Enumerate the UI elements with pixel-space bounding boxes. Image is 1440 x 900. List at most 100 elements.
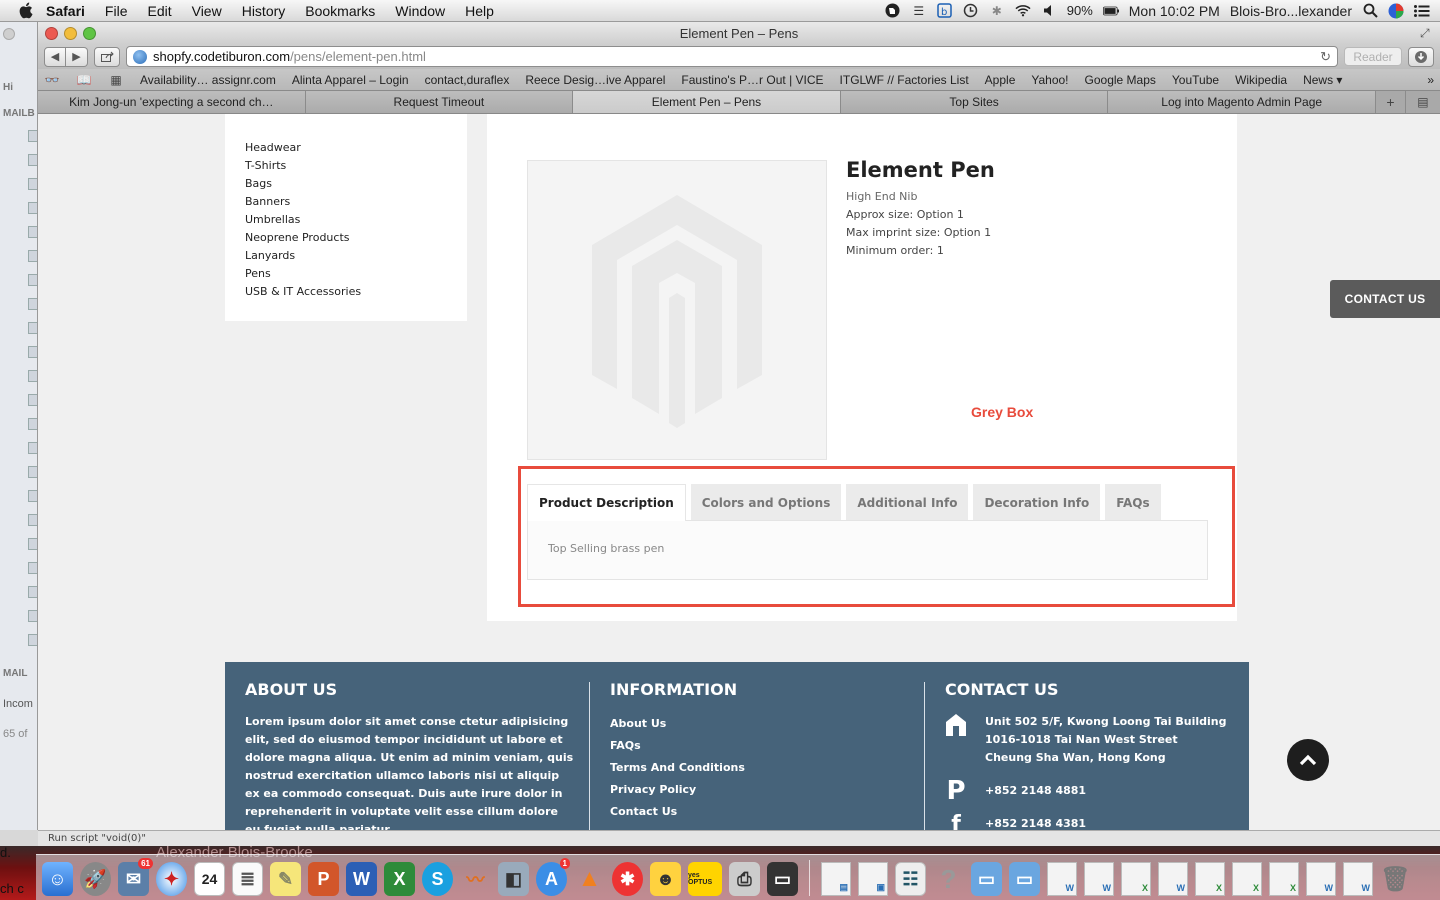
bookmark-item[interactable]: contact,duraflex: [425, 73, 510, 87]
bookmark-item[interactable]: YouTube: [1172, 73, 1219, 87]
dropbox-like-icon[interactable]: ☰: [911, 3, 927, 19]
mail-row[interactable]: [28, 442, 37, 454]
printer-icon[interactable]: ⎙: [729, 862, 760, 896]
reminders-icon[interactable]: ≣: [232, 862, 263, 896]
mail-window-close-icon[interactable]: [3, 28, 15, 40]
notification-center-icon[interactable]: [1414, 3, 1430, 19]
mail-row[interactable]: [28, 226, 37, 238]
menu-help[interactable]: Help: [465, 3, 494, 19]
mail-row[interactable]: [28, 250, 37, 262]
browser-tab-active[interactable]: Element Pen – Pens: [573, 91, 841, 113]
color-globe-icon[interactable]: [1388, 3, 1404, 19]
fast-user-switch[interactable]: Blois-Bro...lexander: [1230, 3, 1352, 19]
png-document-icon[interactable]: ▣: [858, 862, 888, 896]
mail-row[interactable]: [28, 370, 37, 382]
browser-tab[interactable]: Top Sites: [840, 91, 1109, 113]
back-button[interactable]: ◀: [44, 46, 66, 67]
tab-colors-and-options[interactable]: Colors and Options: [690, 484, 842, 521]
bookmark-item[interactable]: Wikipedia: [1235, 73, 1287, 87]
bookmark-item[interactable]: Apple: [985, 73, 1016, 87]
wifi-icon[interactable]: [1015, 3, 1031, 19]
new-tab-plus-icon[interactable]: +: [1376, 91, 1406, 113]
category-link[interactable]: Pens: [245, 265, 447, 283]
category-link[interactable]: Neoprene Products: [245, 229, 447, 247]
page-viewport[interactable]: Headwear T-Shirts Bags Banners Umbrellas…: [38, 114, 1440, 830]
footer-fax[interactable]: +852 2148 4381: [985, 815, 1086, 830]
bookmark-item[interactable]: Alinta Apparel – Login: [292, 73, 409, 87]
unknown-app-question-icon[interactable]: ?: [933, 862, 964, 896]
category-link[interactable]: Lanyards: [245, 247, 447, 265]
footer-link-terms[interactable]: Terms And Conditions: [610, 757, 910, 779]
product-image-placeholder[interactable]: [527, 160, 827, 460]
stickies-icon[interactable]: ✎: [270, 862, 301, 896]
zoom-window-icon[interactable]: [83, 26, 96, 40]
menu-bookmarks[interactable]: Bookmarks: [305, 3, 375, 19]
menu-edit[interactable]: Edit: [147, 3, 171, 19]
safari-dock-icon[interactable]: ✦: [156, 862, 187, 896]
tab-product-description[interactable]: Product Description: [527, 484, 686, 521]
scroll-to-top-button[interactable]: [1287, 739, 1329, 781]
menu-file[interactable]: File: [105, 3, 128, 19]
word-document-icon[interactable]: W: [1084, 862, 1114, 896]
footer-link-privacy[interactable]: Privacy Policy: [610, 779, 910, 801]
mail-row[interactable]: [28, 538, 37, 550]
bookmark-item[interactable]: Availability… assignr.com: [140, 73, 276, 87]
bluetooth-box-icon[interactable]: b: [937, 3, 953, 19]
messenger-icon[interactable]: ☻: [650, 862, 681, 896]
bookmark-item[interactable]: Reece Desig…ive Apparel: [525, 73, 665, 87]
address-bar[interactable]: shopfy.codetiburon.com /pens/element-pen…: [126, 46, 1338, 67]
folder-icon[interactable]: ▭: [1009, 862, 1040, 896]
mail-row[interactable]: [28, 346, 37, 358]
app-store-icon[interactable]: A1: [536, 858, 570, 896]
mail-row[interactable]: [28, 202, 37, 214]
word-document-icon[interactable]: W: [1158, 862, 1188, 896]
tab-decoration-info[interactable]: Decoration Info: [973, 484, 1101, 521]
word-document-icon[interactable]: W: [1047, 862, 1077, 896]
excel-document-icon[interactable]: X: [1195, 862, 1225, 896]
bookmark-item[interactable]: Google Maps: [1085, 73, 1156, 87]
mail-row[interactable]: [28, 298, 37, 310]
menu-app-safari[interactable]: Safari: [46, 3, 85, 19]
background-mail-window[interactable]: Hi MAILB MAIL Incom 65 of: [0, 22, 38, 830]
mail-row[interactable]: [28, 490, 37, 502]
category-link[interactable]: USB & IT Accessories: [245, 283, 447, 301]
footer-link-faqs[interactable]: FAQs: [610, 735, 910, 757]
window-titlebar[interactable]: Element Pen – Pens ⤢: [38, 22, 1440, 44]
mail-row[interactable]: [28, 514, 37, 526]
bookmark-item[interactable]: Yahoo!: [1031, 73, 1068, 87]
battery-icon[interactable]: [1102, 3, 1119, 19]
mail-row[interactable]: [28, 130, 37, 142]
acrobat-icon[interactable]: ✱: [612, 862, 643, 896]
footer-phone[interactable]: +852 2148 4881: [985, 779, 1086, 803]
browser-tab[interactable]: Log into Magento Admin Page: [1108, 91, 1376, 113]
close-window-icon[interactable]: [45, 26, 58, 40]
mail-row[interactable]: [28, 322, 37, 334]
bluetooth-icon[interactable]: ✱: [989, 3, 1005, 19]
finder-icon[interactable]: ☺: [42, 862, 73, 896]
mail-row[interactable]: [28, 154, 37, 166]
trash-icon[interactable]: 🗑: [1380, 862, 1411, 896]
menu-window[interactable]: Window: [395, 3, 445, 19]
bookmark-item[interactable]: News ▾: [1303, 73, 1342, 87]
bookmarks-book-icon[interactable]: 📖: [76, 73, 92, 87]
category-link[interactable]: Bags: [245, 175, 447, 193]
minimize-window-icon[interactable]: [64, 26, 77, 40]
vlc-icon[interactable]: ▲: [574, 862, 605, 896]
mail-row[interactable]: [28, 586, 37, 598]
time-machine-icon[interactable]: [963, 3, 979, 19]
excel-document-icon[interactable]: X: [1121, 862, 1151, 896]
reload-icon[interactable]: ↻: [1320, 49, 1331, 65]
evernote-icon[interactable]: [885, 3, 901, 19]
excel-document-icon[interactable]: X: [1269, 862, 1299, 896]
bookmark-item[interactable]: Faustino's P…r Out | VICE: [681, 73, 823, 87]
mail-row[interactable]: [28, 418, 37, 430]
excel-icon[interactable]: X: [384, 862, 415, 896]
contact-us-float-button[interactable]: CONTACT US: [1330, 280, 1440, 318]
footer-link-contact[interactable]: Contact Us: [610, 801, 910, 823]
mail-row[interactable]: [28, 466, 37, 478]
calendar-icon[interactable]: 24: [194, 862, 225, 896]
forward-button[interactable]: ▶: [66, 46, 88, 67]
tab-faqs[interactable]: FAQs: [1105, 484, 1161, 521]
mail-row[interactable]: [28, 178, 37, 190]
mail-row[interactable]: [28, 394, 37, 406]
